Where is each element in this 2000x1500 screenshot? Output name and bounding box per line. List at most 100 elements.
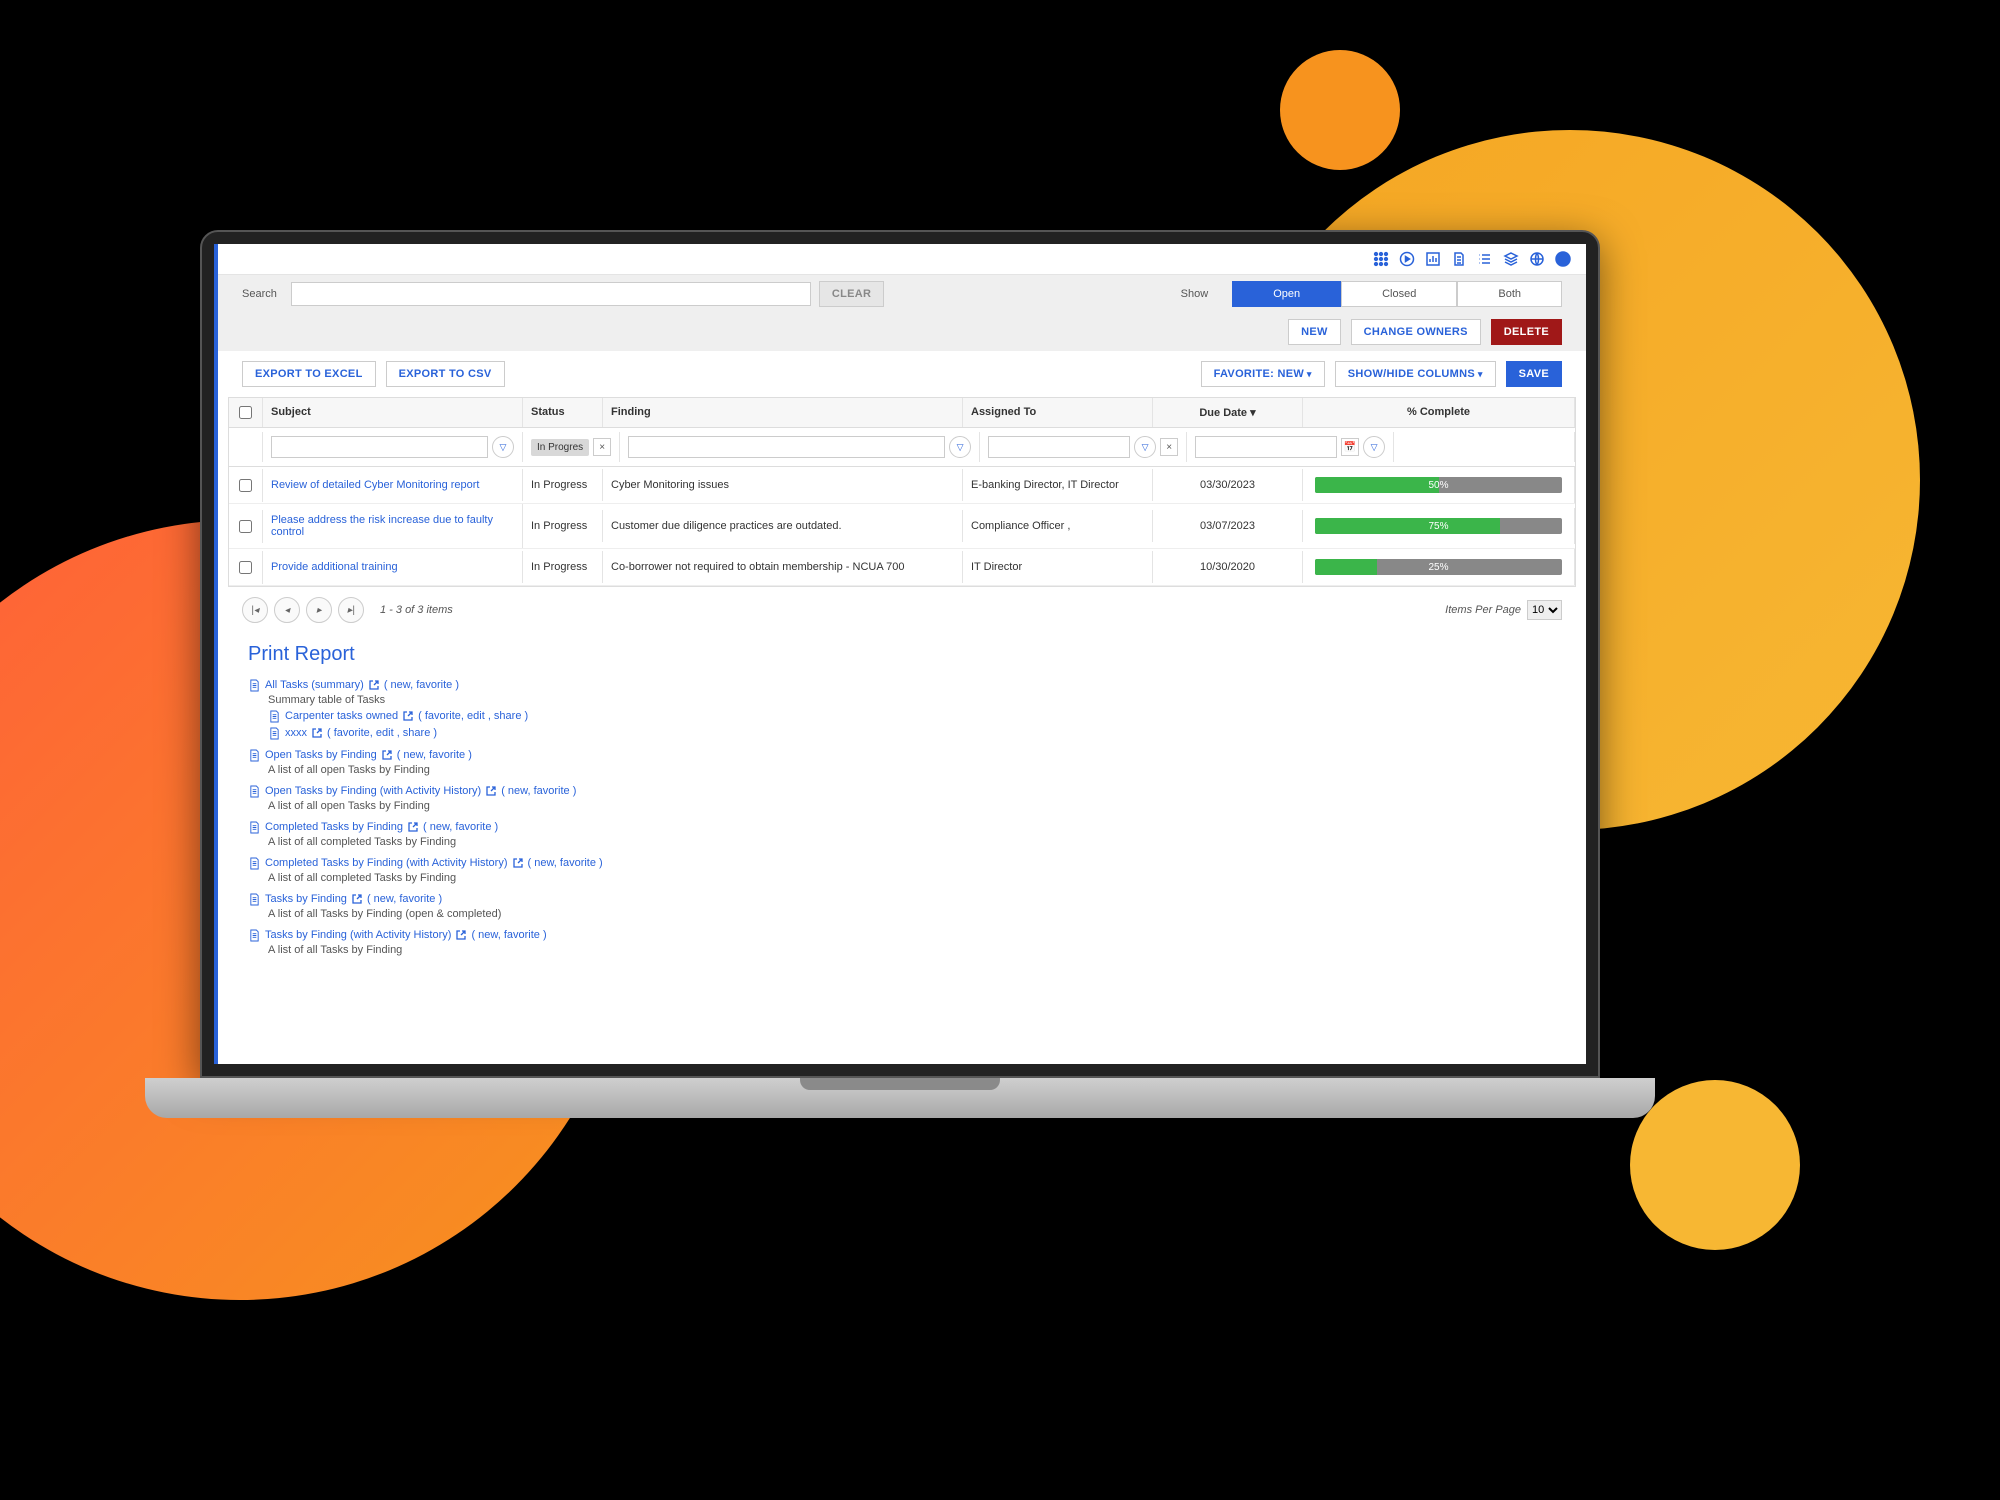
globe-icon[interactable] — [1528, 250, 1546, 268]
col-percent-complete[interactable]: % Complete — [1303, 398, 1575, 427]
report-description: Summary table of Tasks — [268, 694, 1556, 706]
row-checkbox[interactable] — [239, 561, 252, 574]
filter-finding-menu[interactable]: ▽ — [949, 436, 971, 458]
search-input[interactable] — [291, 282, 811, 306]
report-sub-actions[interactable]: ( favorite, edit , share ) — [418, 710, 528, 722]
external-link-icon[interactable] — [382, 750, 392, 760]
save-button[interactable]: SAVE — [1506, 361, 1562, 387]
items-per-page-select[interactable]: 10 — [1527, 600, 1562, 620]
items-per-page-label: Items Per Page — [1445, 604, 1521, 616]
select-all-checkbox[interactable] — [239, 406, 252, 419]
col-status[interactable]: Status — [523, 398, 603, 427]
external-link-icon[interactable] — [369, 680, 379, 690]
delete-button[interactable]: DELETE — [1491, 319, 1562, 345]
page-first-button[interactable]: |◂ — [242, 597, 268, 623]
external-link-icon[interactable] — [312, 728, 322, 738]
page-range: 1 - 3 of 3 items — [380, 604, 453, 616]
report-actions[interactable]: ( new, favorite ) — [423, 821, 498, 833]
page-last-button[interactable]: ▸| — [338, 597, 364, 623]
show-open[interactable]: Open — [1232, 281, 1341, 307]
report-sub-link[interactable]: Carpenter tasks owned — [285, 710, 398, 722]
report-actions[interactable]: ( new, favorite ) — [367, 893, 442, 905]
grid-body: Review of detailed Cyber Monitoring repo… — [229, 467, 1575, 586]
filter-due-input[interactable] — [1195, 436, 1337, 458]
report-link[interactable]: Tasks by Finding (with Activity History) — [265, 929, 451, 941]
row-due-date: 10/30/2020 — [1153, 551, 1303, 583]
report-actions[interactable]: ( new, favorite ) — [397, 749, 472, 761]
row-subject-link[interactable]: Provide additional training — [271, 561, 398, 573]
report-item: Tasks by Finding ( new, favorite ) A list … — [248, 892, 1556, 920]
external-link-icon[interactable] — [513, 858, 523, 868]
search-label: Search — [242, 288, 277, 300]
row-checkbox[interactable] — [239, 520, 252, 533]
report-sub-actions[interactable]: ( favorite, edit , share ) — [327, 727, 437, 739]
row-assigned: IT Director — [963, 551, 1153, 583]
filter-status-chip[interactable]: In Progres — [531, 439, 589, 456]
page-prev-button[interactable]: ◂ — [274, 597, 300, 623]
filter-subject-input[interactable] — [271, 436, 488, 458]
external-link-icon[interactable] — [486, 786, 496, 796]
col-subject[interactable]: Subject — [263, 398, 523, 427]
report-actions[interactable]: ( new, favorite ) — [528, 857, 603, 869]
report-link[interactable]: Completed Tasks by Finding (with Activit… — [265, 857, 508, 869]
laptop-notch — [800, 1078, 1000, 1090]
play-icon[interactable] — [1398, 250, 1416, 268]
user-avatar-icon[interactable] — [1554, 250, 1572, 268]
row-status: In Progress — [523, 510, 603, 542]
report-sub-link[interactable]: xxxx — [285, 727, 307, 739]
filter-assigned-clear[interactable]: × — [1160, 438, 1178, 456]
report-description: A list of all Tasks by Finding (open & c… — [268, 908, 1556, 920]
row-subject-link[interactable]: Review of detailed Cyber Monitoring repo… — [271, 479, 480, 491]
filter-due-calendar-icon[interactable]: 📅 — [1341, 438, 1359, 456]
row-finding: Cyber Monitoring issues — [603, 469, 963, 501]
report-item: Tasks by Finding (with Activity History)… — [248, 928, 1556, 956]
filter-assigned-input[interactable] — [988, 436, 1130, 458]
external-link-icon[interactable] — [456, 930, 466, 940]
export-csv-button[interactable]: EXPORT TO CSV — [386, 361, 505, 387]
page-next-button[interactable]: ▸ — [306, 597, 332, 623]
external-link-icon[interactable] — [408, 822, 418, 832]
row-checkbox[interactable] — [239, 479, 252, 492]
col-due-date[interactable]: Due Date ▾ — [1153, 398, 1303, 427]
report-actions[interactable]: ( new, favorite ) — [471, 929, 546, 941]
document-icon — [248, 678, 260, 692]
report-actions[interactable]: ( new, favorite ) — [384, 679, 459, 691]
col-finding[interactable]: Finding — [603, 398, 963, 427]
row-subject-link[interactable]: Please address the risk increase due to … — [271, 514, 493, 538]
filter-assigned-menu[interactable]: ▽ — [1134, 436, 1156, 458]
search-bar: Search Clear Show Open Closed Both — [218, 275, 1586, 313]
report-description: A list of all open Tasks by Finding — [268, 800, 1556, 812]
filter-due-menu[interactable]: ▽ — [1363, 436, 1385, 458]
edit-icon — [268, 709, 280, 723]
clear-button[interactable]: Clear — [819, 281, 884, 307]
layers-icon[interactable] — [1502, 250, 1520, 268]
report-link[interactable]: All Tasks (summary) — [265, 679, 364, 691]
show-segmented: Open Closed Both — [1232, 281, 1562, 307]
report-link[interactable]: Open Tasks by Finding (with Activity His… — [265, 785, 481, 797]
export-excel-button[interactable]: EXPORT TO EXCEL — [242, 361, 376, 387]
report-actions[interactable]: ( new, favorite ) — [501, 785, 576, 797]
report-link[interactable]: Open Tasks by Finding — [265, 749, 377, 761]
report-description: A list of all open Tasks by Finding — [268, 764, 1556, 776]
filter-subject-menu[interactable]: ▽ — [492, 436, 514, 458]
report-description: A list of all completed Tasks by Finding — [268, 872, 1556, 884]
document-icon[interactable] — [1450, 250, 1468, 268]
show-both[interactable]: Both — [1457, 281, 1562, 307]
new-button[interactable]: NEW — [1288, 319, 1341, 345]
list-icon[interactable] — [1476, 250, 1494, 268]
col-assigned-to[interactable]: Assigned To — [963, 398, 1153, 427]
row-progress: 75% — [1315, 518, 1562, 534]
external-link-icon[interactable] — [352, 894, 362, 904]
chart-icon[interactable] — [1424, 250, 1442, 268]
apps-icon[interactable] — [1372, 250, 1390, 268]
show-closed[interactable]: Closed — [1341, 281, 1457, 307]
document-icon — [248, 784, 260, 798]
change-owners-button[interactable]: CHANGE OWNERS — [1351, 319, 1481, 345]
show-hide-columns-dropdown[interactable]: SHOW/HIDE COLUMNS — [1335, 361, 1496, 387]
report-link[interactable]: Tasks by Finding — [265, 893, 347, 905]
report-link[interactable]: Completed Tasks by Finding — [265, 821, 403, 833]
filter-status-clear[interactable]: × — [593, 438, 611, 456]
favorite-dropdown[interactable]: FAVORITE: NEW — [1201, 361, 1325, 387]
filter-finding-input[interactable] — [628, 436, 945, 458]
external-link-icon[interactable] — [403, 711, 413, 721]
